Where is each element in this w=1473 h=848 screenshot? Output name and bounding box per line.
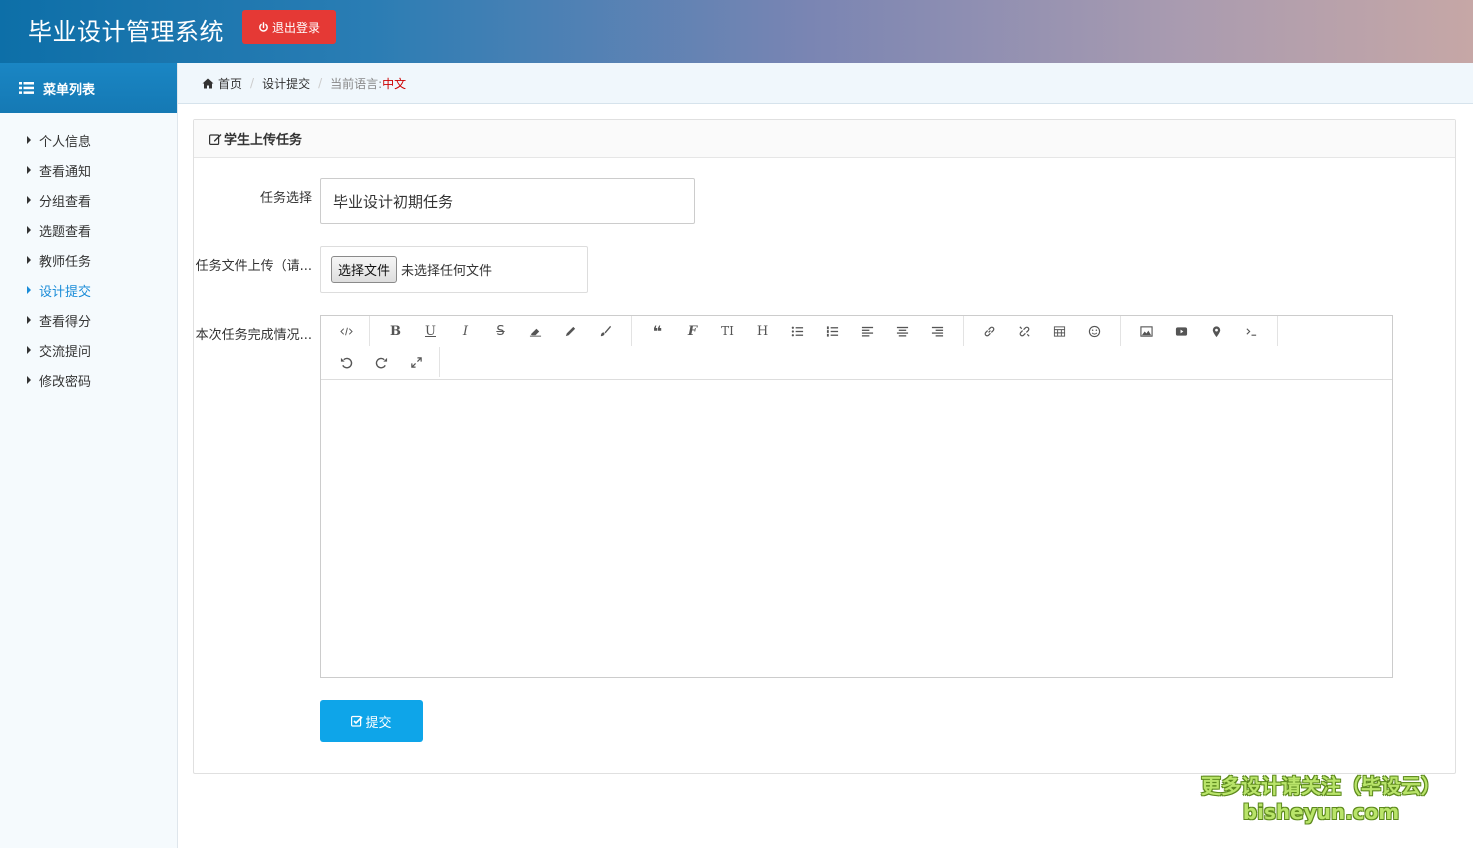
- sidebar-item-label: 教师任务: [39, 254, 92, 270]
- top-header: 毕业设计管理系统 退出登录: [0, 0, 1473, 63]
- sidebar-item-design-submit[interactable]: 设计提交: [0, 275, 177, 305]
- heading-icon[interactable]: H: [745, 317, 780, 345]
- caret-right-icon: [27, 226, 31, 234]
- caret-right-icon: [27, 346, 31, 354]
- sidebar-heading: 菜单列表: [0, 63, 177, 113]
- blockquote-icon[interactable]: ❝: [640, 317, 675, 345]
- task-select-value: 毕业设计初期任务: [333, 192, 454, 211]
- align-right-icon[interactable]: [920, 317, 955, 345]
- video-icon[interactable]: [1164, 317, 1199, 345]
- font-icon[interactable]: F: [675, 317, 710, 345]
- watermark-line2: bisheyun.com: [1242, 800, 1400, 824]
- image-icon[interactable]: [1129, 317, 1164, 345]
- panel-title: 学生上传任务: [224, 133, 303, 148]
- submit-button[interactable]: 提交: [320, 700, 423, 742]
- submit-label: 提交: [365, 715, 392, 731]
- file-upload-label: 任务文件上传（请...: [195, 259, 312, 274]
- brush-icon[interactable]: [588, 317, 623, 345]
- emoji-icon[interactable]: [1077, 317, 1112, 345]
- list-icon: [19, 82, 34, 94]
- sidebar-item-teacher-tasks[interactable]: 教师任务: [0, 245, 177, 275]
- underline-icon[interactable]: U: [413, 317, 448, 345]
- file-upload-input[interactable]: 选择文件 未选择任何文件: [320, 246, 588, 293]
- sidebar-item-label: 设计提交: [39, 284, 92, 300]
- align-left-icon[interactable]: [850, 317, 885, 345]
- task-select-label: 任务选择: [259, 191, 312, 206]
- caret-right-icon: [27, 136, 31, 144]
- language-label: 当前语言:: [330, 76, 383, 91]
- task-select[interactable]: 毕业设计初期任务: [320, 178, 695, 224]
- pencil-icon[interactable]: [553, 317, 588, 345]
- choose-file-button[interactable]: 选择文件: [331, 256, 398, 283]
- logout-button[interactable]: 退出登录: [242, 10, 336, 44]
- redo-icon[interactable]: [364, 348, 399, 376]
- terminal-icon[interactable]: [1234, 317, 1269, 345]
- completion-label: 本次任务完成情况...: [195, 328, 312, 343]
- sidebar-item-label: 个人信息: [39, 134, 92, 150]
- eraser-icon[interactable]: [518, 317, 553, 345]
- sidebar-item-label: 交流提问: [39, 344, 92, 360]
- rich-text-editor: B U I S ❝ F TI H: [320, 315, 1393, 678]
- caret-right-icon: [27, 196, 31, 204]
- sidebar-item-groups[interactable]: 分组查看: [0, 185, 177, 215]
- sidebar-item-label: 分组查看: [39, 194, 92, 210]
- editor-toolbar: B U I S ❝ F TI H: [321, 316, 1392, 380]
- caret-right-icon: [27, 316, 31, 324]
- sidebar-item-label: 查看通知: [39, 164, 92, 180]
- file-status: 未选择任何文件: [401, 264, 493, 279]
- breadcrumb-separator: /: [250, 76, 255, 90]
- breadcrumb: 首页 / 设计提交 / 当前语言: 中文: [178, 63, 1473, 104]
- link-icon[interactable]: [972, 317, 1007, 345]
- sidebar-item-label: 选题查看: [39, 224, 92, 240]
- italic-icon[interactable]: I: [448, 317, 483, 345]
- bold-icon[interactable]: B: [378, 317, 413, 345]
- text-height-icon[interactable]: TI: [710, 317, 745, 345]
- sidebar-heading-label: 菜单列表: [43, 82, 96, 98]
- caret-right-icon: [27, 256, 31, 264]
- check-square-icon: [351, 715, 364, 727]
- map-marker-icon[interactable]: [1199, 317, 1234, 345]
- undo-icon[interactable]: [329, 348, 364, 376]
- sidebar-menu: 个人信息 查看通知 分组查看 选题查看 教师任务 设计提交 查看得分 交流提问 …: [0, 113, 177, 395]
- app-title: 毕业设计管理系统: [28, 18, 224, 46]
- ordered-list-icon[interactable]: [815, 317, 850, 345]
- breadcrumb-current[interactable]: 设计提交: [262, 75, 310, 92]
- watermark: 更多设计请关注（毕设云） bisheyun.com: [1190, 772, 1452, 824]
- unlink-icon[interactable]: [1007, 317, 1042, 345]
- caret-right-icon: [27, 166, 31, 174]
- sidebar-item-label: 修改密码: [39, 374, 92, 390]
- sidebar-item-qa[interactable]: 交流提问: [0, 335, 177, 365]
- panel-heading: 学生上传任务: [194, 120, 1455, 158]
- editor-content-area[interactable]: [321, 380, 1392, 677]
- edit-icon: [209, 133, 222, 145]
- sidebar-item-scores[interactable]: 查看得分: [0, 305, 177, 335]
- sidebar: 菜单列表 个人信息 查看通知 分组查看 选题查看 教师任务 设计提交 查看得分 …: [0, 63, 178, 848]
- sidebar-item-notices[interactable]: 查看通知: [0, 155, 177, 185]
- power-icon: [259, 21, 268, 32]
- caret-right-icon: [27, 376, 31, 384]
- sidebar-item-password[interactable]: 修改密码: [0, 365, 177, 395]
- watermark-line1: 更多设计请关注（毕设云）: [1201, 774, 1441, 798]
- table-icon[interactable]: [1042, 317, 1077, 345]
- caret-right-icon: [27, 286, 31, 294]
- unordered-list-icon[interactable]: [780, 317, 815, 345]
- sidebar-item-topics[interactable]: 选题查看: [0, 215, 177, 245]
- sidebar-item-profile[interactable]: 个人信息: [0, 125, 177, 155]
- home-icon: [202, 78, 214, 88]
- strikethrough-icon[interactable]: S: [483, 317, 518, 345]
- upload-panel: 学生上传任务 任务选择 毕业设计初期任务 任务文件上传（请... 选择文件 未选…: [193, 119, 1456, 774]
- language-value: 中文: [382, 76, 407, 91]
- breadcrumb-separator: /: [318, 76, 323, 90]
- align-center-icon[interactable]: [885, 317, 920, 345]
- code-view-icon[interactable]: [329, 317, 364, 345]
- sidebar-item-label: 查看得分: [39, 314, 92, 330]
- breadcrumb-home[interactable]: 首页: [218, 75, 242, 92]
- fullscreen-icon[interactable]: [399, 348, 434, 376]
- logout-label: 退出登录: [271, 20, 320, 35]
